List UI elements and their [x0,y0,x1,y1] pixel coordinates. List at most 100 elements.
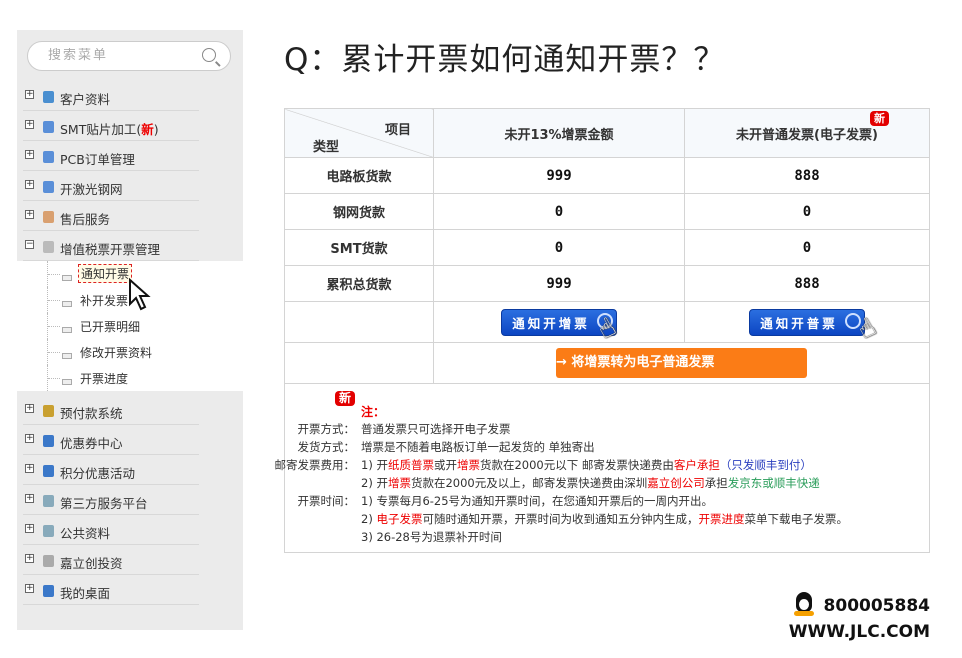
sidebar-item-label: 售后服务 [60,209,110,228]
sidebar-item-label: 优惠券中心 [60,433,123,452]
expand-icon[interactable]: + [25,554,34,563]
page-icon [62,353,72,359]
note-value: 2) 开增票货款在2000元及以上，邮寄发票快递费由深圳嘉立创公司承担发京东或顺… [361,476,820,490]
submenu-label: 已开票明细 [80,318,140,335]
sidebar-item[interactable]: +积分优惠活动 [17,455,243,485]
note-line: 发货方式：增票是不随着电路板订单一起发货的 单独寄出 [259,439,595,455]
submenu-label: 通知开票 [78,264,132,283]
sidebar-item[interactable]: − 增值税票开票管理 [17,231,243,261]
label-text: 预付款系统 [60,406,123,421]
sidebar-item[interactable]: + 开激光钢网 [17,171,243,201]
invoice-table: 项目类型 未开13%增票金额 未开普通发票(电子发票)新 电路板货款999888… [284,108,930,384]
row-label: SMT货款 [285,230,434,266]
chat-icon [43,585,54,597]
normal-amount: 888 [685,266,930,302]
new-badge: 新 [870,111,889,126]
note-segment: 增票 [457,458,480,472]
service-icon [43,211,54,223]
note-line: 3) 26-28号为退票补开时间 [259,529,502,545]
row-label: 累积总货款 [285,266,434,302]
expand-icon[interactable]: + [25,434,34,443]
submenu-label: 开票进度 [80,370,128,387]
sidebar-item[interactable]: + 售后服务 [17,201,243,231]
page-icon [62,327,72,333]
expand-icon[interactable]: + [25,150,34,159]
note-segment: 1) 专票每月6-25号为通知开票时间，在您通知开票后的一周内开出。 [361,494,713,508]
normal-amount: 0 [685,194,930,230]
submenu-label: 修改开票资料 [80,344,152,361]
submenu-item[interactable]: 开票进度 [17,365,243,391]
expand-icon[interactable]: + [25,90,34,99]
note-segment: 开票进度 [698,512,744,526]
calendar-icon [43,151,54,163]
note-line: 开票时间：1) 专票每月6-25号为通知开票时间，在您通知开票后的一周内开出。 [259,493,713,509]
sidebar-item[interactable]: + 第三方服务平台 [17,485,243,515]
label-text: 公共资料 [60,526,110,541]
phone-number: 800005884 [824,596,930,616]
sidebar-item[interactable]: +客户资料 [17,81,243,111]
sidebar-item[interactable]: + 预付款系统 [17,395,243,425]
note-segment: 增票 [388,476,411,490]
note-value: 2) 电子发票可随时通知开票，开票时间为收到通知五分钟内生成，开票进度菜单下载电… [361,512,848,526]
notify-normal-invoice-button[interactable]: 通知开普票 [749,309,865,336]
collapse-icon[interactable]: − [25,240,34,249]
expand-icon[interactable]: + [25,180,34,189]
sidebar: +客户资料+SMT贴片加工(新)+PCB订单管理+开激光钢网+售后服务−增值税票… [17,30,243,630]
sidebar-item[interactable]: + 优惠券中心 [17,425,243,455]
sidebar-item-label: 增值税票开票管理 [60,239,160,258]
sidebar-item[interactable]: + 嘉立创投资 [17,545,243,575]
row-label: 钢网货款 [285,194,434,230]
label-text: 第三方服务平台 [60,496,148,511]
page-icon [62,301,72,307]
note-value: 增票是不随着电路板订单一起发货的 单独寄出 [361,440,595,454]
sidebar-item-label: 开激光钢网 [60,179,123,198]
note-segment: 电子发票 [376,512,422,526]
expand-icon[interactable]: + [25,120,34,129]
search-input[interactable] [48,48,188,63]
empty-cell [285,343,434,384]
sidebar-item-label: 第三方服务平台 [60,493,148,512]
submenu-item[interactable]: 修改开票资料 [17,339,243,365]
sidebar-item[interactable]: +SMT贴片加工(新) [17,111,243,141]
corner-header: 项目类型 [285,109,434,158]
expand-icon[interactable]: + [25,494,34,503]
vat-amount: 999 [434,266,685,302]
note-line: 2) 电子发票可随时通知开票，开票时间为收到通知五分钟内生成，开票进度菜单下载电… [259,511,848,527]
image-icon [43,525,54,537]
sidebar-item[interactable]: + PCB订单管理 [17,141,243,171]
expand-icon[interactable]: + [25,584,34,593]
search-icon[interactable] [202,48,216,62]
sidebar-item[interactable]: + 我的桌面 [17,575,243,605]
tree-branch [48,378,60,379]
expand-icon[interactable]: + [25,524,34,533]
calendar-icon [43,181,54,193]
vat-amount: 999 [434,158,685,194]
submenu-item[interactable]: 已开票明细 [17,313,243,339]
note-line: 开票方式：普通发票只可选择开电子发票 [259,421,511,437]
expand-icon[interactable]: + [25,210,34,219]
pointing-hand-icon: ☝ [593,312,622,346]
new-badge: 新 [335,391,355,406]
notes-panel: 新 注： 开票方式：普通发票只可选择开电子发票发货方式：增票是不随着电路板订单一… [284,383,930,553]
menu-search[interactable] [27,41,231,71]
expand-icon[interactable]: + [25,464,34,473]
sidebar-item-label: PCB订单管理 [60,149,135,168]
note-segment: 普通发票只可选择开电子发票 [361,422,511,436]
button-row: 通知开增票☝通知开普票☝ [285,302,930,343]
sidebar-item-label: 嘉立创投资 [60,553,123,572]
note-segment: （只发顺丰到付） [720,458,812,472]
expand-icon[interactable]: + [25,404,34,413]
note-value: 普通发票只可选择开电子发票 [361,422,511,436]
sidebar-item[interactable]: + 公共资料 [17,515,243,545]
document-icon [43,555,54,567]
page-icon [62,379,72,385]
website: WWW.JLC.COM [789,622,930,642]
col-normal-header: 未开普通发票(电子发票)新 [685,109,930,158]
shield-icon [43,435,54,447]
shield-icon [43,465,54,477]
convert-to-e-invoice-button[interactable]: → 将增票转为电子普通发票 [556,348,807,378]
sidebar-item-label: 我的桌面 [60,583,110,602]
note-segment: 菜单下载电子发票。 [744,512,848,526]
table-row: 累积总货款999888 [285,266,930,302]
submenu-label: 补开发票 [80,292,128,309]
